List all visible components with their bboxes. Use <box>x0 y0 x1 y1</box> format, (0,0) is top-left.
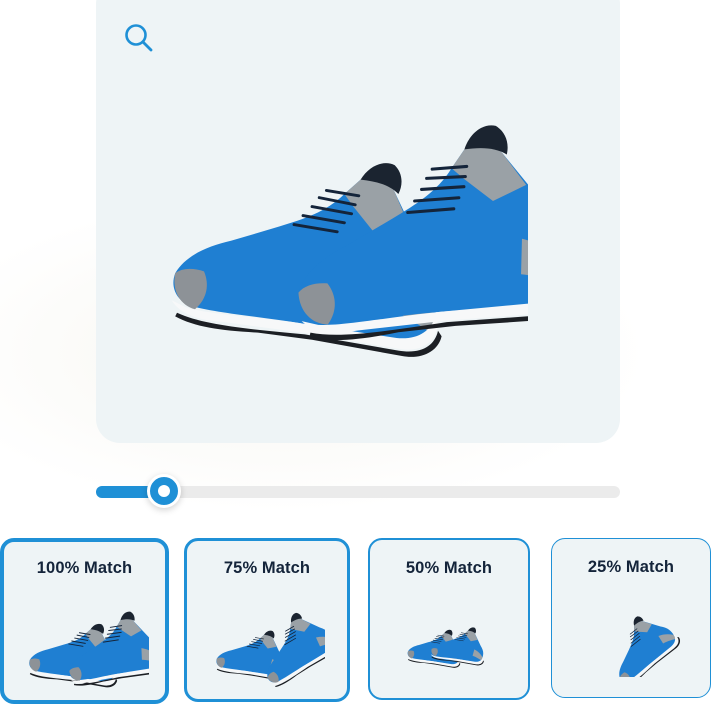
search-icon[interactable] <box>122 21 154 53</box>
match-card-label: 50% Match <box>405 559 493 577</box>
similarity-slider[interactable] <box>96 474 620 509</box>
match-card-label: 25% Match <box>587 558 675 576</box>
match-card-100[interactable]: 100% Match <box>0 538 169 704</box>
match-thumbnail <box>597 606 682 677</box>
match-card-50[interactable]: 50% Match <box>368 538 530 700</box>
match-thumbnail <box>215 603 325 687</box>
match-card-label: 75% Match <box>223 559 311 577</box>
match-thumbnail <box>28 605 149 694</box>
match-card-label: 100% Match <box>36 559 133 577</box>
product-image <box>170 110 528 360</box>
slider-thumb[interactable] <box>147 474 182 508</box>
match-card-25[interactable]: 25% Match <box>551 538 711 698</box>
match-thumbnail <box>406 627 485 669</box>
match-card-75[interactable]: 75% Match <box>184 538 350 702</box>
